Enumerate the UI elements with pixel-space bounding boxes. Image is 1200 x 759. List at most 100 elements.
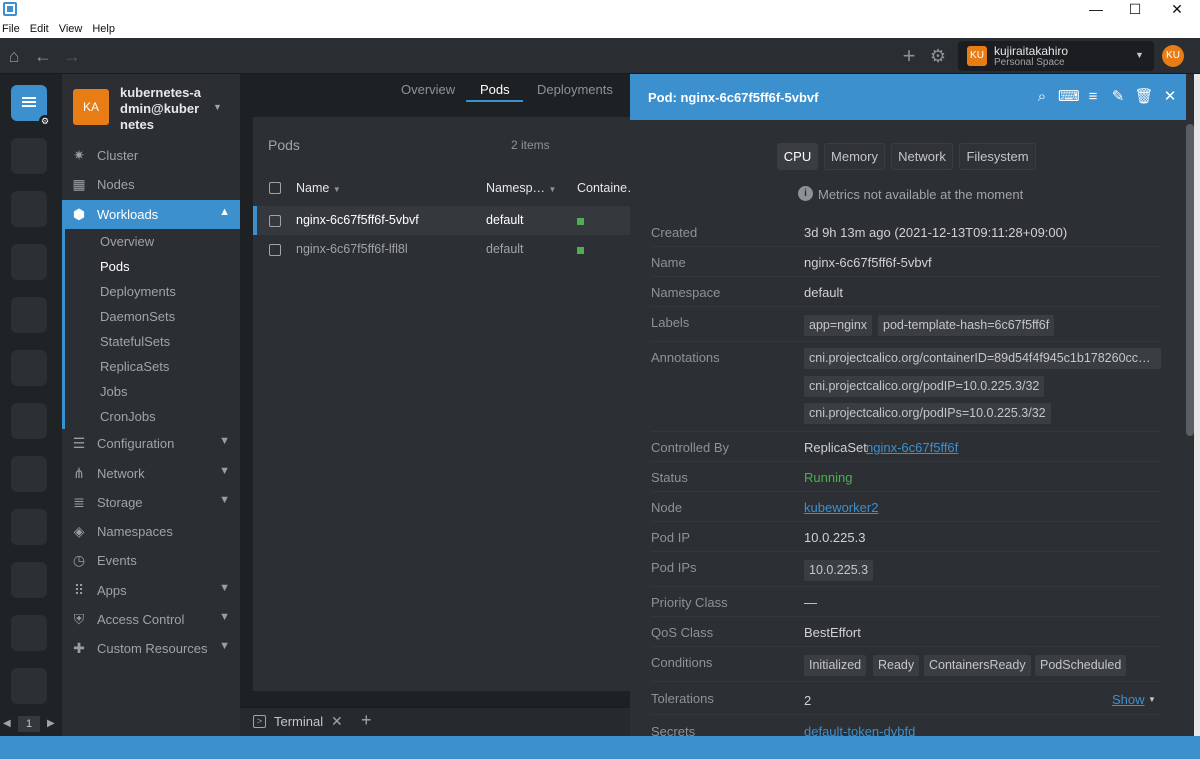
maximize-button[interactable]: ☐ [1112,0,1158,20]
sidebar-item-custom-resources[interactable]: ✚ Custom Resources ▼ [62,634,240,663]
sidebar-subitem-statefulsets[interactable]: StatefulSets [100,334,170,349]
back-icon[interactable]: ← [31,44,55,68]
puzzle-icon: ✚ [73,640,85,656]
menu-view[interactable]: View [59,20,83,38]
delete-icon[interactable]: 🗑 [1134,88,1154,106]
add-terminal-icon[interactable]: + [361,710,372,731]
node-link[interactable]: kubeworker2 [804,500,878,515]
status-value: Running [804,470,853,485]
sidebar-subitem-replicasets[interactable]: ReplicaSets [100,359,169,374]
annotation-chip: cni.projectcalico.org/containerID=89d54f… [804,348,1161,369]
cluster-name[interactable]: kubernetes-admin@kubernetes [120,85,204,133]
sidebar-subitem-daemonsets[interactable]: DaemonSets [100,309,175,324]
edit-icon[interactable]: ✎ [1108,88,1128,106]
annotation-chip: cni.projectcalico.org/podIPs=10.0.225.3/… [804,403,1051,424]
selection-indicator [253,206,257,235]
chevron-down-icon: ▼ [1148,695,1156,704]
close-terminal-icon[interactable]: ✕ [331,713,343,730]
tab-overview[interactable]: Overview [401,82,455,97]
hotbar-slot[interactable] [11,562,47,598]
hotbar-slot[interactable] [11,509,47,545]
sidebar-subitem-cronjobs[interactable]: CronJobs [100,409,156,424]
column-header-name[interactable]: Name ▼ [296,181,341,195]
terminal-tab[interactable]: Terminal [274,714,323,729]
close-icon[interactable]: ✕ [1160,88,1180,106]
metrics-tab-filesystem[interactable]: Filesystem [959,143,1036,170]
column-header-namespace[interactable]: Namesp… ▼ [486,181,556,195]
hotbar-slot[interactable] [11,350,47,386]
hotbar-slot[interactable] [11,138,47,174]
select-all-checkbox[interactable] [269,182,281,194]
secret-link[interactable]: default-token-dvbfd [804,724,915,736]
network-icon: ⋔ [73,465,85,481]
hotbar-slot[interactable] [11,615,47,651]
sidebar-item-events[interactable]: ◷ Events [62,546,240,575]
menu-help[interactable]: Help [92,20,115,38]
sidebar-subitem-deployments[interactable]: Deployments [100,284,176,299]
sidebar-subitem-jobs[interactable]: Jobs [100,384,127,399]
close-window-button[interactable]: ✕ [1154,0,1200,20]
detail-row-priority-class: Priority Class — [651,587,1161,617]
terminal-icon: > [253,715,266,728]
chevron-down-icon: ▼ [1135,50,1144,60]
chevron-down-icon[interactable]: ▼ [213,102,222,112]
sidebar-item-nodes[interactable]: ▦ Nodes [62,170,240,199]
sidebar-item-configuration[interactable]: ☰ Configuration ▼ [62,429,240,458]
tab-pods[interactable]: Pods [480,82,510,97]
metrics-tab-cpu[interactable]: CPU [777,143,818,170]
home-icon[interactable]: ⌂ [2,44,26,68]
show-tolerations-link[interactable]: Show [1112,692,1145,707]
detail-row-pod-ip: Pod IP 10.0.225.3 [651,522,1161,552]
sidebar-item-apps[interactable]: ⠿ Apps ▼ [62,576,240,605]
detail-row-conditions: Conditions Initialized Ready ContainersR… [651,647,1161,682]
sidebar-item-namespaces[interactable]: ◈ Namespaces [62,517,240,546]
table-row[interactable]: nginx-6c67f5ff6f-lfl8l default [253,235,630,264]
forward-icon[interactable]: → [60,44,84,68]
condition-chip: PodScheduled [1035,655,1127,676]
tab-deployments[interactable]: Deployments [537,82,613,97]
inspect-icon[interactable]: ⌕ [1032,88,1052,106]
pod-ip-chip: 10.0.225.3 [804,560,874,581]
hotbar-slot[interactable] [11,668,47,704]
detail-row-status: Status Running [651,462,1161,492]
replicaset-link[interactable]: nginx-6c67f5ff6f [866,440,958,455]
sidebar-item-workloads[interactable]: ⬢ Workloads ▲ [62,200,240,229]
user-avatar[interactable]: KU [1162,45,1184,67]
gear-icon[interactable]: ⚙ [926,44,950,68]
sidebar-item-cluster[interactable]: ✷ Cluster [62,141,240,170]
hotbar-slot[interactable] [11,403,47,439]
sidebar-item-access-control[interactable]: ⛨ Access Control ▼ [62,605,240,634]
menu-file[interactable]: File [2,20,20,38]
hotbar-prev-icon[interactable]: ◀ [3,718,11,729]
sidebar-item-storage[interactable]: ≣ Storage ▼ [62,488,240,517]
logs-icon[interactable]: ≡ [1083,88,1103,106]
details-header: Pod: nginx-6c67f5ff6f-5vbvf ⌕ ⌨ ≡ ✎ 🗑 ✕ [630,74,1186,120]
dock-bar: > Terminal ✕ + [240,707,630,736]
hotbar-slot[interactable] [11,244,47,280]
label-chip: app=nginx [804,315,873,336]
window-titlebar: — ☐ ✕ [0,0,1200,20]
metrics-tab-memory[interactable]: Memory [824,143,885,170]
table-row[interactable]: nginx-6c67f5ff6f-5vbvf default [253,206,630,235]
row-checkbox[interactable] [269,215,281,227]
active-cluster-icon[interactable]: ⚙ [11,85,51,127]
space-subtitle: Personal Space [994,57,1065,68]
sidebar-subitem-overview[interactable]: Overview [100,234,154,249]
space-selector[interactable]: KU kujiraitakahiro Personal Space ▼ [958,41,1154,71]
shell-icon[interactable]: ⌨ [1058,88,1080,106]
sidebar-subitem-pods[interactable]: Pods [100,259,130,274]
hotbar-slot[interactable] [11,456,47,492]
hotbar-next-icon[interactable]: ▶ [47,718,55,729]
nodes-icon: ▦ [72,176,86,192]
sidebar-item-network[interactable]: ⋔ Network ▼ [62,459,240,488]
details-scrollbar[interactable] [1186,124,1194,436]
add-icon[interactable]: + [897,44,921,68]
workloads-indicator [62,229,65,429]
hotbar-slot[interactable] [11,191,47,227]
details-title: Pod: nginx-6c67f5ff6f-5vbvf [648,90,819,105]
hotbar-slot[interactable] [11,297,47,333]
metrics-tab-network[interactable]: Network [891,143,953,170]
menu-edit[interactable]: Edit [30,20,49,38]
sort-icon: ▼ [332,185,341,194]
row-checkbox[interactable] [269,244,281,256]
